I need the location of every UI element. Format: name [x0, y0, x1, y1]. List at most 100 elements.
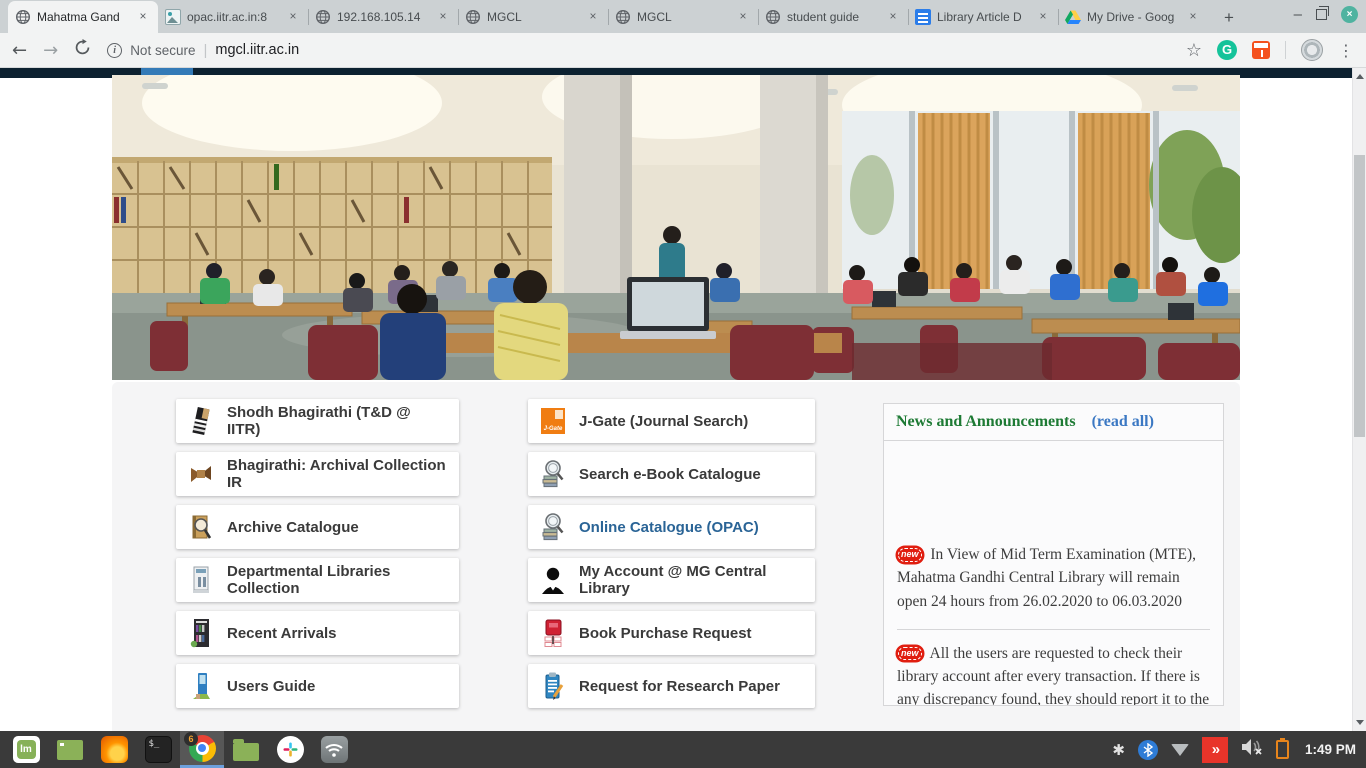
tab-mgcl-1[interactable]: MGCL ×: [458, 1, 608, 33]
bookmark-star-icon[interactable]: ☆: [1186, 40, 1202, 61]
reload-button[interactable]: [74, 39, 91, 61]
volume-muted-icon[interactable]: [1241, 738, 1263, 761]
firefox-icon: [101, 736, 128, 763]
link-ebook-catalogue[interactable]: Search e-Book Catalogue: [528, 452, 815, 496]
link-bhagirathi-archival[interactable]: Bhagirathi: Archival Collection IR: [176, 452, 459, 496]
tab-close-icon[interactable]: ×: [1035, 9, 1051, 25]
tab-title: MGCL: [487, 10, 579, 24]
back-button[interactable]: ←: [12, 40, 27, 61]
wifi-icon: [321, 736, 348, 763]
tab-close-icon[interactable]: ×: [435, 9, 451, 25]
link-users-guide[interactable]: Users Guide: [176, 664, 459, 708]
desktop-icon: [57, 740, 83, 760]
page-viewport: Shodh Bhagirathi (T&D @ IITR) Bhagirathi…: [0, 68, 1366, 731]
terminal-launcher[interactable]: $_: [136, 731, 180, 768]
content-panel: Shodh Bhagirathi (T&D @ IITR) Bhagirathi…: [112, 382, 1240, 731]
tab-mgcl-2[interactable]: MGCL ×: [608, 1, 758, 33]
link-shodh-bhagirathi[interactable]: Shodh Bhagirathi (T&D @ IITR): [176, 399, 459, 443]
tab-title: Library Article D: [937, 10, 1029, 24]
grammarly-extension-icon[interactable]: G: [1217, 40, 1237, 60]
omnibox-divider: |: [203, 42, 207, 59]
tab-close-icon[interactable]: ×: [585, 9, 601, 25]
tab-my-drive[interactable]: My Drive - Goog ×: [1058, 1, 1208, 33]
clipboard-pencil-icon: [540, 670, 566, 702]
news-item: new All the users are requested to check…: [897, 630, 1210, 706]
mint-menu-button[interactable]: lm: [4, 731, 48, 768]
link-label: Request for Research Paper: [579, 678, 780, 695]
anydesk-tray-icon[interactable]: »: [1202, 737, 1228, 763]
tab-title: opac.iitr.ac.in:8: [187, 10, 279, 24]
link-my-account[interactable]: My Account @ MG Central Library: [528, 558, 815, 602]
globe-favicon: [315, 9, 331, 25]
toolbar-right-icons: ☆ G ⋮: [1186, 39, 1354, 61]
person-icon: [540, 564, 566, 596]
chrome-taskbar-button[interactable]: 6: [180, 731, 224, 768]
bluetooth-icon[interactable]: [1138, 740, 1158, 760]
link-archive-catalogue[interactable]: Archive Catalogue: [176, 505, 459, 549]
profile-avatar[interactable]: [1301, 39, 1323, 61]
tab-title: My Drive - Goog: [1087, 10, 1179, 24]
search-books-icon: [540, 511, 566, 543]
slack-launcher[interactable]: [268, 731, 312, 768]
news-item-text: All the users are requested to check the…: [897, 645, 1209, 706]
network-app-launcher[interactable]: [312, 731, 356, 768]
mint-logo-icon: lm: [13, 736, 40, 763]
tab-close-icon[interactable]: ×: [1185, 9, 1201, 25]
tab-mahatma-gandhi-library[interactable]: Mahatma Gand ×: [8, 1, 158, 33]
scroll-down-arrow[interactable]: [1356, 720, 1364, 725]
browser-tab-strip: Mahatma Gand × opac.iitr.ac.in:8 × 192.1…: [0, 0, 1366, 33]
tab-close-icon[interactable]: ×: [735, 9, 751, 25]
tab-close-icon[interactable]: ×: [285, 9, 301, 25]
minimize-button[interactable]: –: [1294, 10, 1302, 20]
link-label: Archive Catalogue: [227, 519, 359, 536]
link-research-paper[interactable]: Request for Research Paper: [528, 664, 815, 708]
tab-close-icon[interactable]: ×: [885, 9, 901, 25]
forward-button[interactable]: →: [43, 40, 58, 61]
link-recent-arrivals[interactable]: Recent Arrivals: [176, 611, 459, 655]
new-badge: new: [897, 547, 923, 563]
link-jgate[interactable]: J-Gate J-Gate (Journal Search): [528, 399, 815, 443]
image-favicon: [165, 9, 181, 25]
system-tray: ✱ » 1:49 PM: [1112, 731, 1366, 768]
link-label: Departmental Libraries Collection: [227, 563, 447, 597]
mint-logo-text: lm: [17, 740, 36, 759]
chrome-menu-icon[interactable]: ⋮: [1338, 41, 1354, 60]
news-title: News and Announcements: [896, 413, 1076, 430]
battery-icon[interactable]: [1276, 740, 1289, 759]
new-tab-button[interactable]: +: [1214, 6, 1244, 30]
tab-library-article[interactable]: Library Article D ×: [908, 1, 1058, 33]
read-all-link[interactable]: (read all): [1092, 413, 1154, 430]
tab-opac[interactable]: opac.iitr.ac.in:8 ×: [158, 1, 308, 33]
link-label: My Account @ MG Central Library: [579, 563, 803, 597]
link-book-purchase[interactable]: Book Purchase Request: [528, 611, 815, 655]
toolbar-divider: [1285, 41, 1286, 59]
scroll-up-arrow[interactable]: [1356, 74, 1364, 79]
url-text[interactable]: mgcl.iitr.ac.in: [215, 42, 299, 58]
thesis-book-icon: [188, 405, 214, 437]
show-desktop-button[interactable]: [48, 731, 92, 768]
close-window-button[interactable]: ×: [1341, 6, 1358, 23]
taskbar: lm $_ 6 ✱ » 1:49 PM: [0, 731, 1366, 768]
link-departmental-libraries[interactable]: Departmental Libraries Collection: [176, 558, 459, 602]
info-icon[interactable]: i: [107, 43, 122, 58]
link-opac[interactable]: Online Catalogue (OPAC): [528, 505, 815, 549]
window-controls: – ×: [1294, 6, 1358, 23]
files-launcher[interactable]: [224, 731, 268, 768]
security-label: Not secure: [130, 43, 195, 58]
address-bar[interactable]: i Not secure | mgcl.iitr.ac.in: [107, 42, 1170, 59]
tab-student-guide[interactable]: student guide ×: [758, 1, 908, 33]
firefox-launcher[interactable]: [92, 731, 136, 768]
taskbar-clock[interactable]: 1:49 PM: [1305, 742, 1356, 757]
extension-icon[interactable]: [1252, 41, 1270, 59]
browser-toolbar: ← → i Not secure | mgcl.iitr.ac.in ☆ G ⋮: [0, 33, 1366, 68]
network-signal-icon[interactable]: [1171, 744, 1189, 756]
scrollbar-thumb[interactable]: [1354, 155, 1365, 437]
globe-favicon: [765, 9, 781, 25]
slack-tray-icon[interactable]: ✱: [1112, 741, 1125, 759]
tab-ip-address[interactable]: 192.168.105.14 ×: [308, 1, 458, 33]
restore-button[interactable]: [1316, 9, 1327, 20]
chrome-window-count-badge: 6: [184, 732, 198, 746]
jgate-icon-text: J-Gate: [544, 426, 563, 432]
page-scrollbar[interactable]: [1352, 68, 1366, 731]
tab-close-icon[interactable]: ×: [135, 9, 151, 25]
